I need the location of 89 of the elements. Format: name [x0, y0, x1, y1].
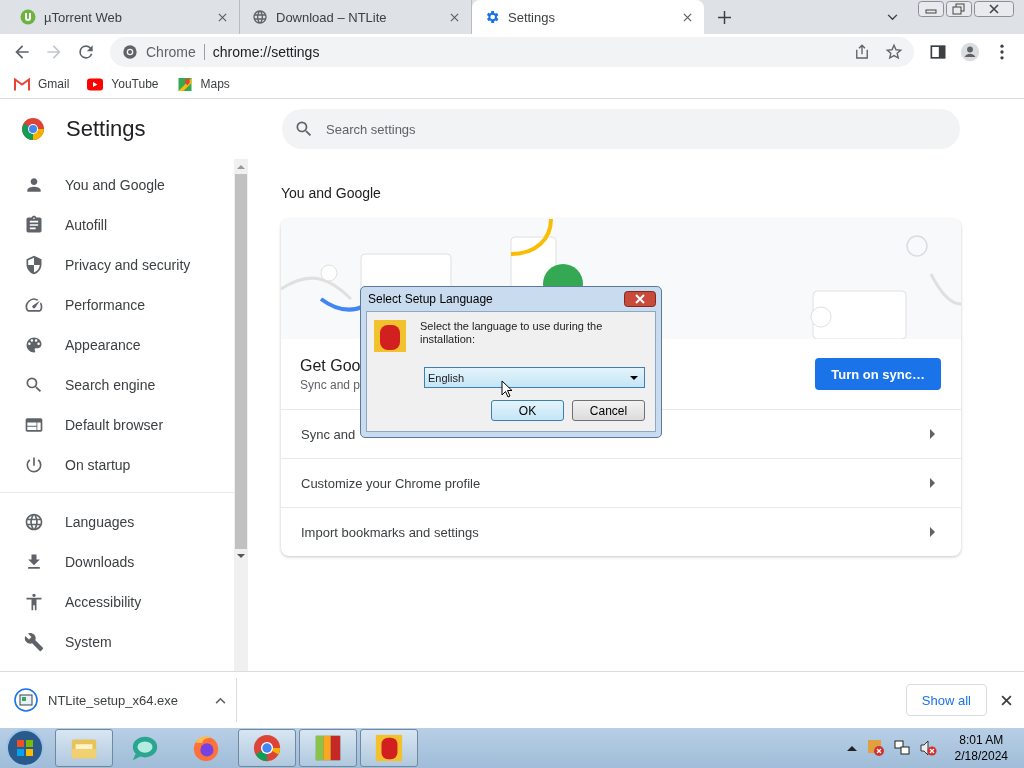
action-center-icon[interactable] [866, 739, 885, 757]
speedometer-icon [24, 295, 44, 315]
address-bar[interactable]: Chrome chrome://settings [110, 37, 914, 67]
close-icon[interactable] [450, 12, 459, 22]
chrome-icon [252, 733, 282, 763]
dialog-message: Select the language to use during the installation: [420, 320, 604, 347]
search-icon [24, 375, 44, 395]
sidebar-item[interactable]: Autofill [0, 205, 234, 245]
settings-row[interactable]: Customize your Chrome profile [281, 459, 961, 508]
wrench-icon [24, 632, 44, 652]
site-label: Chrome [146, 44, 196, 60]
scroll-up-icon[interactable] [237, 164, 245, 169]
dialog-title: Select Setup Language [367, 292, 494, 306]
page-title: Settings [66, 116, 146, 142]
utorrent-icon [20, 9, 36, 25]
globe-icon [252, 9, 268, 25]
network-icon[interactable] [892, 739, 911, 757]
close-icon[interactable] [683, 12, 692, 22]
start-button-icon[interactable] [5, 728, 45, 768]
sidebar-item[interactable]: Privacy and security [0, 245, 234, 285]
settings-icon [484, 9, 500, 25]
taskbar-app[interactable] [55, 729, 113, 767]
taskbar-app[interactable] [238, 729, 296, 767]
map-pin-icon [176, 77, 193, 91]
tray-expand-icon[interactable] [846, 745, 857, 751]
play-icon [87, 77, 104, 91]
sidebar-item[interactable]: Accessibility [0, 582, 234, 622]
sidebar-item[interactable]: System [0, 622, 234, 662]
language-dropdown[interactable]: English [424, 367, 645, 388]
sidebar-item[interactable]: On startup [0, 445, 234, 485]
bookmark-link[interactable]: YouTube [87, 77, 159, 91]
arrow-right-icon [930, 527, 935, 537]
sidebar-item[interactable]: Default browser [0, 405, 234, 445]
cancel-button[interactable]: Cancel [572, 400, 645, 421]
scrollbar[interactable] [234, 159, 248, 671]
sync-button[interactable]: Turn on sync… [815, 358, 941, 390]
chevron-up-icon[interactable] [215, 696, 226, 704]
arrow-right-icon [930, 478, 935, 488]
envelope-icon [14, 77, 30, 91]
download-item[interactable]: NTLite_setup_x64.exe [14, 688, 236, 712]
palette-icon [24, 335, 44, 355]
new-tab-icon[interactable] [718, 10, 731, 24]
clock-date: 2/18/2024 [954, 748, 1008, 764]
section-title: You and Google [281, 185, 382, 201]
colored-stripes-icon [313, 733, 343, 763]
card-heading: Get Goo [300, 356, 361, 375]
chevron-down-icon[interactable] [887, 13, 898, 21]
taskbar-app[interactable] [299, 729, 357, 767]
search-field[interactable]: Search settings [282, 109, 960, 149]
taskbar-app[interactable] [360, 729, 418, 767]
url-text: chrome://settings [212, 44, 320, 60]
close-icon[interactable] [624, 291, 656, 307]
bookmark-link[interactable]: Maps [176, 77, 230, 91]
sidebar-item[interactable]: Appearance [0, 325, 234, 365]
sidebar-item[interactable]: Search engine [0, 365, 234, 405]
installer-file-icon [14, 688, 38, 712]
clock-time: 8:01 AM [959, 732, 1004, 748]
dropdown-arrow-icon [630, 375, 638, 380]
sidebar-item[interactable]: Downloads [0, 542, 234, 582]
clipboard-icon [24, 215, 44, 235]
scroll-down-icon[interactable] [237, 554, 245, 559]
sidebar-item[interactable]: Performance [0, 285, 234, 325]
globe-icon [24, 512, 44, 532]
close-icon[interactable] [974, 1, 1014, 17]
card-subtitle: Sync and p [300, 377, 361, 392]
app-icon [374, 320, 406, 352]
firefox-icon [191, 733, 221, 763]
browser-window-icon [24, 415, 44, 435]
close-icon[interactable] [1001, 694, 1012, 706]
mouse-cursor-icon [501, 380, 513, 398]
settings-row[interactable]: Import bookmarks and settings [281, 508, 961, 556]
restore-icon[interactable] [946, 1, 972, 17]
sidebar-item[interactable]: Languages [0, 502, 234, 542]
search-icon [294, 119, 314, 139]
power-icon [24, 455, 44, 475]
sidebar-item[interactable]: You and Google [0, 165, 234, 205]
shield-icon [24, 255, 44, 275]
close-icon[interactable] [218, 12, 227, 22]
show-all-button[interactable]: Show all [905, 684, 987, 716]
minimize-icon[interactable] [918, 1, 944, 17]
speaker-muted-icon[interactable] [918, 739, 937, 757]
arrow-right-icon [930, 429, 935, 439]
chrome-logo-icon [21, 117, 45, 141]
ok-button[interactable]: OK [491, 400, 564, 421]
app-icon [374, 733, 404, 763]
browser-tab[interactable]: Settings [472, 0, 704, 34]
bookmark-link[interactable]: Gmail [14, 77, 70, 91]
person-figure-icon [24, 592, 44, 612]
chrome-icon [122, 44, 138, 60]
